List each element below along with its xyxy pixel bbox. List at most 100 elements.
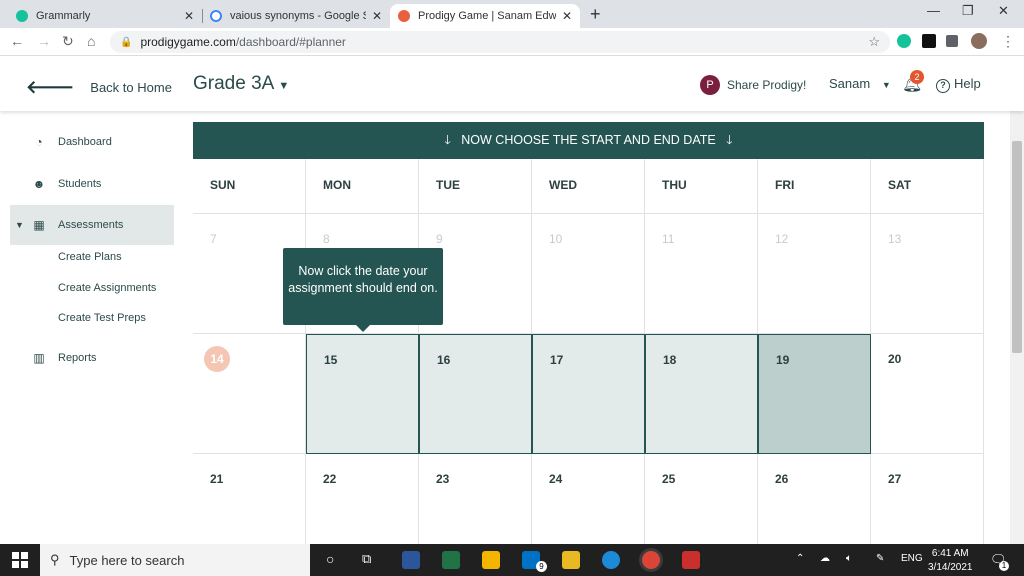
calendar-day-end[interactable]: 19	[758, 334, 871, 454]
restore-icon[interactable]: ❐	[962, 3, 974, 19]
calendar-day-selected[interactable]: 16	[419, 334, 532, 454]
day-header: WED	[532, 159, 645, 214]
bookmark-star-icon[interactable]: ☆	[868, 34, 880, 50]
clock-time: 6:41 AM	[931, 548, 969, 559]
sidebar-item-label: Dashboard	[58, 136, 112, 148]
arrow-down-icon: 🡓	[726, 133, 733, 147]
gauge-icon: ◔	[35, 135, 43, 149]
calendar-day[interactable]: 23	[419, 454, 532, 544]
calendar-icon: ▦	[33, 218, 45, 232]
grade-selector[interactable]: Grade 3A ▼	[193, 73, 289, 95]
sidebar-item-assessments[interactable]: ▼ ▦ Assessments	[10, 205, 174, 245]
taskbar-clock[interactable]: 6:41 AM 3/14/2021	[928, 547, 973, 575]
sidebar-subitem-create-assignments[interactable]: Create Assignments	[58, 282, 156, 294]
excel-icon[interactable]	[442, 551, 460, 569]
reload-icon[interactable]: ↻	[62, 33, 74, 50]
home-icon[interactable]: ⌂	[87, 33, 95, 49]
scrollbar[interactable]	[1010, 111, 1024, 544]
google-drive-icon[interactable]	[482, 551, 500, 569]
app-header: 🡐 Back to Home Grade 3A ▼ P Share Prodigy…	[0, 57, 1024, 111]
help-button[interactable]: ? Help	[936, 76, 981, 93]
sidebar-subitem-create-test-preps[interactable]: Create Test Preps	[58, 312, 146, 324]
calendar-day[interactable]: 20	[871, 334, 984, 454]
taskbar-search[interactable]: ⚲ Type here to search	[40, 544, 310, 576]
day-header: SAT	[871, 159, 984, 214]
bar-chart-icon: ▥	[33, 351, 45, 365]
instruction-tooltip: Now click the date your assignment shoul…	[283, 248, 443, 332]
calendar-day-today[interactable]: 14	[193, 334, 306, 454]
calendar-day[interactable]: 27	[871, 454, 984, 544]
cortana-icon[interactable]: ○	[326, 551, 334, 567]
calendar-day: 10	[532, 214, 645, 334]
user-name: Sanam	[829, 76, 871, 91]
cloud-icon[interactable]: ☁	[820, 553, 830, 564]
tab-prodigy[interactable]: Prodigy Game | Sanam Edwards ✕	[390, 4, 580, 28]
grammarly-extension-icon[interactable]	[897, 34, 911, 48]
day-header: THU	[645, 159, 758, 214]
app-icon[interactable]	[682, 551, 700, 569]
prodigy-icon	[398, 10, 410, 22]
pen-icon[interactable]: ✎	[876, 553, 884, 564]
caret-down-icon: ▼	[278, 80, 290, 92]
forward-arrow-icon[interactable]: →	[37, 33, 51, 49]
word-icon[interactable]	[402, 551, 420, 569]
address-bar[interactable]: 🔒 prodigygame.com/dashboard/#planner ☆	[110, 31, 890, 53]
file-explorer-icon[interactable]	[562, 551, 580, 569]
sidebar-item-students[interactable]: ☻ Students	[10, 164, 174, 204]
back-to-home-link[interactable]: 🡐 Back to Home	[26, 77, 172, 98]
language-indicator[interactable]: ENG	[901, 553, 923, 564]
calendar-day[interactable]: 25	[645, 454, 758, 544]
tab-grammarly[interactable]: Grammarly ✕	[8, 4, 202, 28]
clock-date: 3/14/2021	[928, 562, 973, 573]
menu-icon[interactable]: ⋮	[1001, 33, 1015, 50]
puzzle-icon[interactable]	[946, 35, 958, 47]
tab-google-search[interactable]: vaious synonyms - Google Search ✕	[202, 4, 390, 28]
day-header: FRI	[758, 159, 871, 214]
close-icon[interactable]: ✕	[562, 9, 572, 23]
sidebar-item-dashboard[interactable]: ◔ Dashboard	[10, 122, 174, 162]
day-header: SUN	[193, 159, 306, 214]
tab-title: Grammarly	[36, 10, 91, 22]
minimize-icon[interactable]: —	[927, 3, 940, 18]
caret-down-icon: ▼	[881, 80, 891, 90]
scrollbar-thumb[interactable]	[1012, 141, 1022, 353]
windows-start-icon[interactable]	[12, 552, 28, 568]
calendar-day-selected[interactable]: 18	[645, 334, 758, 454]
calendar-day-selected[interactable]: 15	[306, 334, 419, 454]
google-icon	[210, 10, 222, 22]
calendar-day: 11	[645, 214, 758, 334]
caret-down-icon: ▼	[15, 220, 24, 230]
notification-badge: 1	[999, 561, 1009, 571]
sidebar-item-reports[interactable]: ▥ Reports	[10, 338, 174, 378]
back-arrow-icon[interactable]: ←	[10, 33, 24, 49]
close-icon[interactable]: ✕	[372, 9, 382, 23]
calendar-day[interactable]: 21	[193, 454, 306, 544]
extension-icon[interactable]	[922, 34, 936, 48]
arrow-left-icon: 🡐	[26, 77, 75, 97]
edge-icon[interactable]	[602, 551, 620, 569]
close-icon[interactable]: ✕	[184, 9, 194, 23]
today-marker: 14	[204, 346, 230, 372]
chevron-up-icon[interactable]: ⌃	[796, 553, 804, 564]
planner-banner: 🡓 NOW CHOOSE THE START AND END DATE 🡓	[193, 122, 984, 159]
calendar-day[interactable]: 22	[306, 454, 419, 544]
calendar-day-selected[interactable]: 17	[532, 334, 645, 454]
grammarly-icon	[16, 10, 28, 22]
user-menu[interactable]: Sanam ▼	[829, 76, 891, 91]
chrome-icon[interactable]	[642, 551, 660, 569]
sidebar: ◔ Dashboard ☻ Students ▼ ▦ Assessments C…	[0, 111, 193, 544]
speaker-icon[interactable]: 🔈︎	[846, 553, 852, 564]
url-path: /dashboard/#planner	[235, 35, 346, 49]
browser-tab-strip: Grammarly ✕ vaious synonyms - Google Sea…	[0, 0, 1024, 28]
calendar-day[interactable]: 26	[758, 454, 871, 544]
close-window-icon[interactable]: ✕	[998, 3, 1009, 19]
tab-title: Prodigy Game | Sanam Edwards	[418, 10, 556, 22]
task-view-icon[interactable]: ⧉	[362, 551, 371, 567]
sidebar-subitem-create-plans[interactable]: Create Plans	[58, 251, 122, 263]
calendar-day[interactable]: 24	[532, 454, 645, 544]
avatar[interactable]	[971, 33, 987, 49]
lock-icon: 🔒	[120, 36, 133, 48]
notification-badge: 2	[910, 70, 924, 84]
new-tab-button[interactable]: +	[590, 4, 601, 25]
share-prodigy-button[interactable]: P Share Prodigy!	[700, 75, 806, 95]
